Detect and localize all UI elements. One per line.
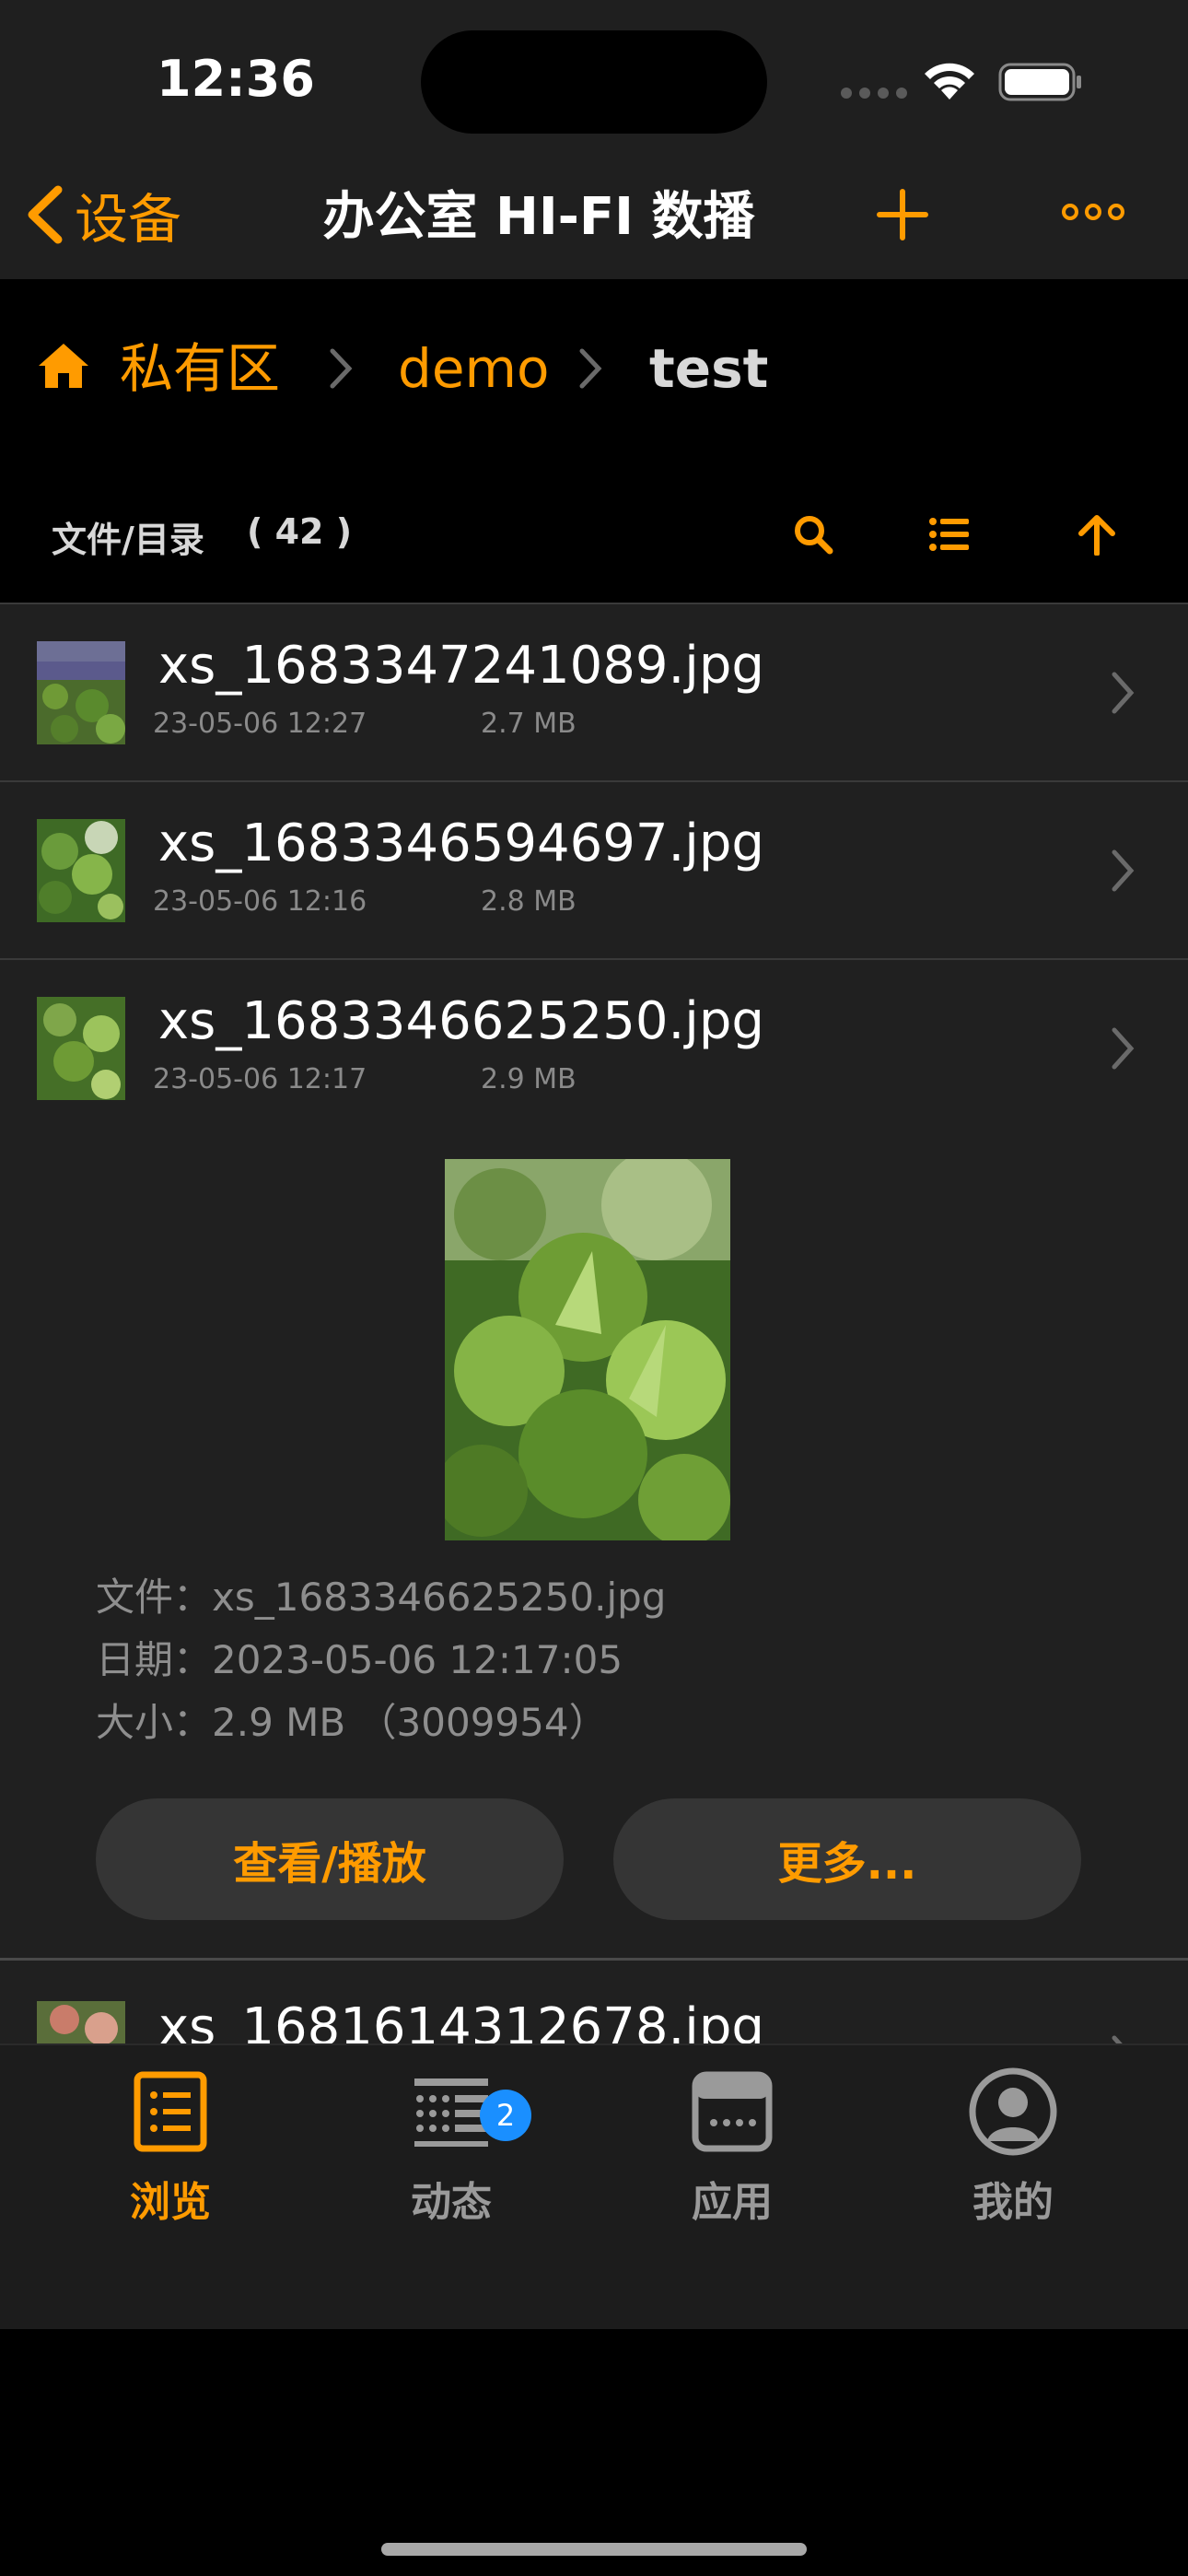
more-options-icon[interactable] [1059,193,1127,230]
chevron-right-icon [1112,1027,1135,1070]
notification-badge: 2 [480,2090,531,2141]
tab-activity[interactable]: 动态 2 [350,2066,553,2250]
list-item[interactable]: xs_1683346594697.jpg 23-05-06 12:16 2.8 … [0,780,1188,958]
list-item-expanded[interactable]: xs_1683346625250.jpg 23-05-06 12:17 2.9 … [0,958,1188,1135]
search-icon[interactable] [792,513,834,556]
file-name: xs_1683346625250.jpg [158,991,764,1051]
chevron-right-icon [579,348,602,389]
breadcrumb-item-current: test [649,337,769,400]
file-name: xs_1683346594697.jpg [158,814,764,873]
item-count: ( 42 ) [247,511,353,552]
list-header-label: 文件/目录 [52,520,204,560]
status-time: 12:36 [157,50,315,108]
file-thumbnail [37,819,125,922]
detail-date: 日期：2023-05-06 12:17:05 [96,1637,623,1682]
breadcrumb-item-demo[interactable]: demo [398,336,549,401]
breadcrumb-item-private[interactable]: 私有区 [120,336,280,401]
file-size: 2.9 MB [481,1063,577,1095]
tab-label: 我的 [973,2179,1054,2226]
tab-label: 动态 [411,2179,492,2226]
tab-profile[interactable]: 我的 [912,2066,1114,2250]
file-thumbnail [37,997,125,1100]
dynamic-island [421,30,767,134]
file-name: xs_1681614312678.jpg [158,1997,764,2043]
profile-icon [969,2067,1057,2156]
navigation-bar: 设备 办公室 HI-FI 数播 [0,157,1188,279]
wifi-icon [925,63,974,100]
list-item[interactable]: xs_1681614312678.jpg [0,1958,1188,2043]
chevron-left-icon [28,185,63,244]
file-name: xs_1683347241089.jpg [158,636,764,696]
battery-icon [998,63,1081,101]
file-size: 2.8 MB [481,885,577,918]
file-date: 23-05-06 12:16 [153,885,367,918]
list-view-icon[interactable] [928,513,971,556]
chevron-right-icon [330,348,353,389]
file-date: 23-05-06 12:17 [153,1063,367,1095]
browse-icon [134,2071,207,2152]
detail-file-name: 文件：xs_1683346625250.jpg [96,1575,667,1620]
home-area [0,2329,1188,2576]
more-button[interactable]: 更多... [613,1798,1081,1920]
chevron-right-icon [1112,2035,1123,2043]
file-size: 2.7 MB [481,708,577,740]
status-bar: 12:36 [0,0,1188,157]
image-preview[interactable] [445,1159,730,1540]
list-item[interactable]: xs_1683347241089.jpg 23-05-06 12:27 2.7 … [0,603,1188,780]
tab-browse[interactable]: 浏览 [69,2066,272,2250]
tab-label: 应用 [692,2179,773,2226]
home-icon[interactable] [37,342,90,390]
cellular-signal-icon [841,88,907,99]
list-header: 文件/目录 ( 42 ) [0,460,1188,603]
detail-size: 大小：2.9 MB （3009954） [96,1700,608,1745]
tab-apps[interactable]: 应用 [631,2066,833,2250]
home-indicator[interactable] [381,2543,807,2556]
chevron-right-icon [1112,672,1135,714]
apps-icon [692,2071,773,2152]
file-thumbnail [37,2001,125,2043]
breadcrumb: 私有区 demo test [0,279,1188,460]
sort-up-icon[interactable] [1076,513,1118,556]
chevron-right-icon [1112,849,1135,892]
back-label: 设备 [75,188,182,251]
back-button[interactable]: 设备 [23,173,181,256]
add-button[interactable] [875,184,930,245]
page-title: 办公室 HI-FI 数播 [322,187,755,247]
tab-label: 浏览 [130,2179,211,2226]
view-play-button[interactable]: 查看/播放 [96,1798,564,1920]
tab-bar: 浏览 动态 2 应用 我的 [0,2043,1188,2329]
file-date: 23-05-06 12:27 [153,708,367,740]
file-thumbnail [37,641,125,744]
file-detail-panel: 文件：xs_1683346625250.jpg 日期：2023-05-06 12… [0,1135,1188,1958]
